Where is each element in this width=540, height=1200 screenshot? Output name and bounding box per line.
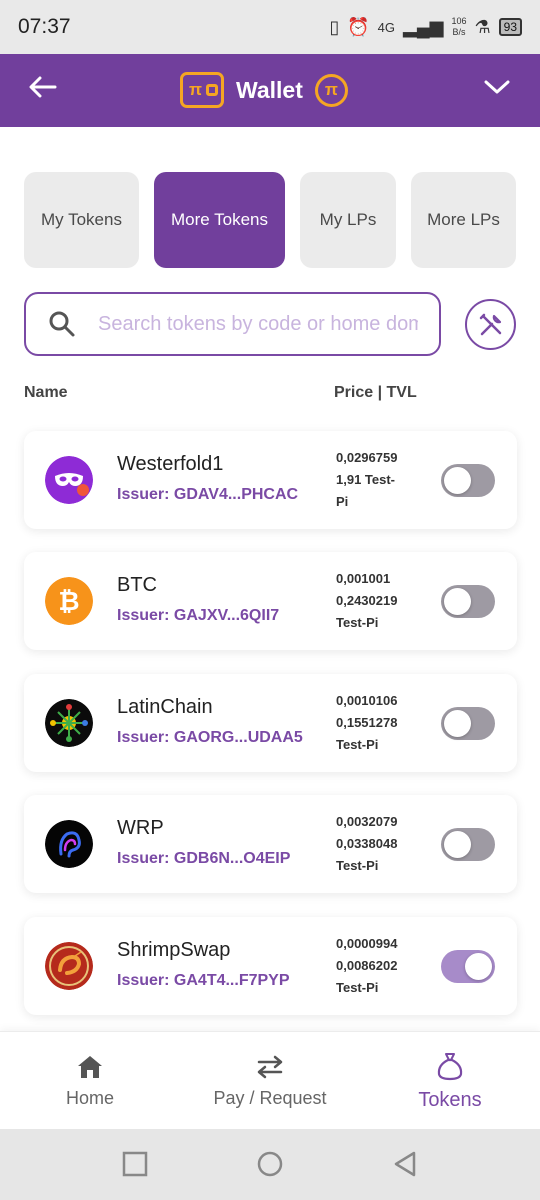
token-toggle[interactable]: [441, 707, 495, 740]
tab-my-lps[interactable]: My LPs: [300, 172, 396, 268]
net-speed: 106 B/s: [451, 16, 467, 37]
token-name: BTC: [117, 574, 157, 596]
latinchain-icon: [45, 699, 93, 747]
system-nav-bar: [0, 1129, 540, 1200]
token-issuer: Issuer: GDAV4...PHCAC: [117, 486, 299, 503]
token-toggle[interactable]: [441, 950, 495, 983]
recent-apps-button[interactable]: [120, 1149, 150, 1179]
battery-icon: 93: [498, 18, 522, 36]
status-time: 07:37: [18, 15, 71, 38]
chevron-down-icon: [484, 80, 510, 94]
nav-home-label: Home: [65, 1087, 114, 1108]
token-price-tvl: 0,0032079 0,0338048 Test-Pi: [336, 814, 398, 873]
money-bag-icon: [437, 1052, 463, 1080]
mask-icon: [45, 456, 93, 504]
token-issuer: Issuer: GAORG...UDAA5: [117, 729, 303, 746]
search-box: [24, 292, 441, 356]
token-issuer: Issuer: GAJXV...6QII7: [117, 607, 280, 624]
status-icons: ▯ ⏰ 4G ▂▄▆ 106 B/s ⚗ 93: [329, 16, 522, 38]
token-card[interactable]: LatinChain Issuer: GAORG...UDAA5 0,00101…: [24, 674, 517, 772]
token-issuer: Issuer: GDB6N...O4EIP: [117, 850, 291, 867]
wrp-icon: [45, 820, 93, 868]
token-name: Westerfold1: [117, 453, 224, 475]
search-icon: [49, 311, 75, 337]
pi-coin-icon: π: [314, 73, 348, 107]
token-name: ShrimpSwap: [117, 939, 231, 961]
tools-button[interactable]: [465, 299, 516, 350]
nav-tokens-label: Tokens: [418, 1088, 482, 1111]
vibrate-icon: ▯: [329, 16, 340, 37]
alarm-icon: ⏰: [347, 16, 370, 37]
token-price-tvl: 0,001001 0,2430219 Test-Pi: [336, 571, 398, 630]
back-system-button[interactable]: [390, 1149, 420, 1179]
tab-more-lps[interactable]: More LPs: [411, 172, 516, 268]
token-toggle[interactable]: [441, 585, 495, 618]
svg-text:₿: ₿: [58, 586, 79, 616]
token-price-tvl: 0,0000994 0,0086202 Test-Pi: [336, 936, 398, 995]
tools-icon: [479, 313, 501, 335]
page-title: Wallet: [236, 76, 303, 103]
tab-more-tokens[interactable]: More Tokens: [154, 172, 285, 268]
home-icon: [78, 1055, 102, 1078]
triangle-back-icon: [394, 1151, 416, 1177]
token-name: LatinChain: [117, 696, 213, 718]
header-title-group: π Wallet π: [180, 66, 348, 114]
token-card[interactable]: ₿ BTC Issuer: GAJXV...6QII7 0,001001 0,2…: [24, 552, 517, 650]
nav-pay-request[interactable]: Pay / Request: [190, 1032, 350, 1130]
nav-pay-label: Pay / Request: [213, 1087, 327, 1108]
tab-my-tokens[interactable]: My Tokens: [24, 172, 139, 268]
shrimp-icon: [45, 942, 93, 990]
circle-icon: [257, 1151, 283, 1177]
search-input[interactable]: [98, 312, 418, 336]
token-toggle[interactable]: [441, 828, 495, 861]
token-name: WRP: [117, 817, 164, 839]
home-system-button[interactable]: [255, 1149, 285, 1179]
token-toggle[interactable]: [441, 464, 495, 497]
app-header: π Wallet π: [0, 54, 540, 127]
bitcoin-icon: ₿: [45, 577, 93, 625]
network-type: 4G: [377, 19, 396, 35]
signal-icon: ▂▄▆: [403, 16, 444, 37]
token-price-tvl: 0,0010106 0,1551278 Test-Pi: [336, 693, 398, 752]
nav-home[interactable]: Home: [30, 1032, 150, 1130]
lab-icon: ⚗: [474, 16, 491, 37]
column-name-header: Name: [24, 384, 68, 401]
wallet-icon: π: [180, 72, 224, 108]
arrow-left-icon: [29, 76, 57, 98]
column-price-header: Price | TVL: [334, 384, 417, 401]
token-price-tvl: 0,0296759 1,91 Test- Pi: [336, 450, 398, 509]
token-issuer: Issuer: GA4T4...F7PYP: [117, 972, 290, 989]
token-card[interactable]: WRP Issuer: GDB6N...O4EIP 0,0032079 0,03…: [24, 795, 517, 893]
transfer-arrows-icon: [257, 1055, 283, 1078]
nav-tokens[interactable]: Tokens: [390, 1032, 510, 1130]
token-card[interactable]: ShrimpSwap Issuer: GA4T4...F7PYP 0,00009…: [24, 917, 517, 1015]
token-card[interactable]: Westerfold1 Issuer: GDAV4...PHCAC 0,0296…: [24, 431, 517, 529]
square-icon: [122, 1151, 148, 1177]
bottom-nav: Home Pay / Request Tokens: [0, 1031, 540, 1129]
header-menu-button[interactable]: [480, 70, 514, 104]
back-button[interactable]: [26, 70, 60, 104]
status-bar: 07:37 ▯ ⏰ 4G ▂▄▆ 106 B/s ⚗ 93: [0, 0, 540, 54]
